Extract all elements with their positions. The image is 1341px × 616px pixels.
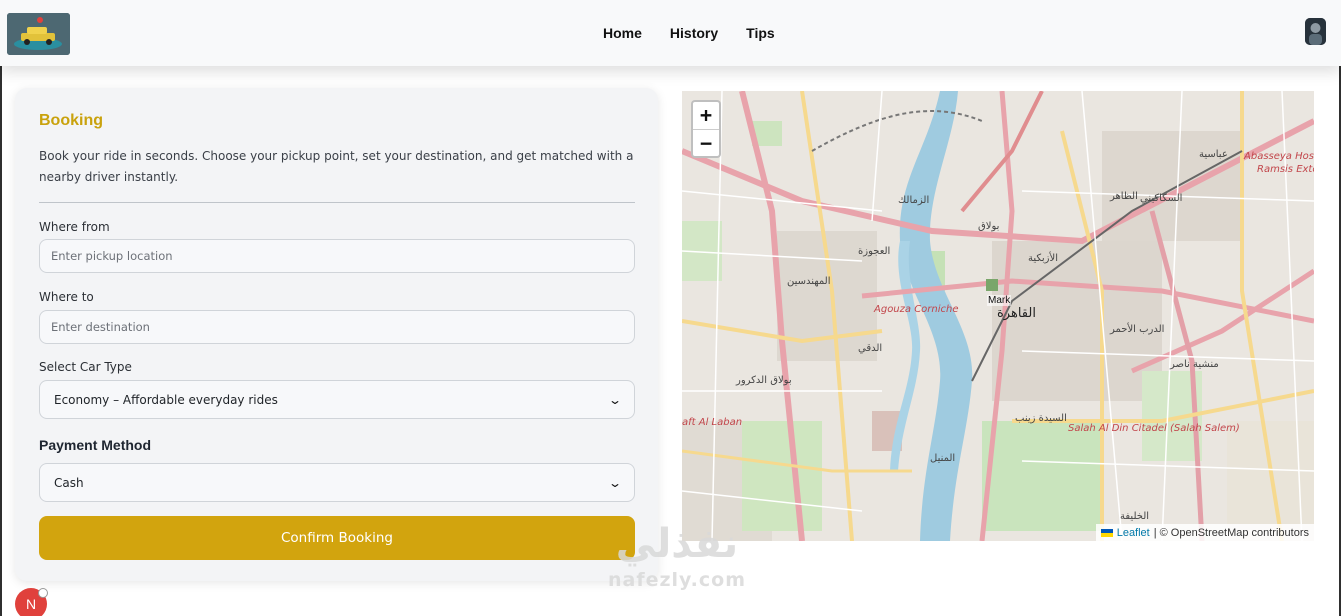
map-label-agouza-corniche: Agouza Corniche xyxy=(874,304,959,315)
zoom-control: + − xyxy=(691,100,721,158)
nav-home-link[interactable]: Home xyxy=(603,25,642,41)
payment-method-selected: Cash xyxy=(54,475,84,490)
map-label-khalifa: الخليفة xyxy=(1120,511,1150,522)
booking-card: Booking Book your ride in seconds. Choos… xyxy=(15,88,658,581)
user-avatar[interactable] xyxy=(1305,18,1326,45)
map-label-bulaq: بولاق xyxy=(978,221,1000,232)
map-label-al-laban: aft Al Laban xyxy=(682,417,743,428)
divider xyxy=(39,202,635,203)
map-label-bulaq-dakrour: بولاق الدكرور xyxy=(736,375,792,386)
badge-indicator-dot xyxy=(38,588,48,598)
confirm-booking-button[interactable]: Confirm Booking xyxy=(39,516,635,560)
map-view[interactable]: القاهرة الزمالك العجوزة المهندسين الدقي … xyxy=(682,91,1314,541)
main-nav: Home History Tips xyxy=(603,25,803,41)
destination-input[interactable] xyxy=(39,310,635,344)
where-from-label: Where from xyxy=(39,220,110,234)
map-label-abbasia: عباسية xyxy=(1199,149,1228,160)
map-label-manshiyat-nasser: منشية ناصر xyxy=(1170,359,1219,370)
map-label-salah-al-din: Salah Al Din Citadel (Salah Salem) xyxy=(1068,423,1240,434)
nav-tips-link[interactable]: Tips xyxy=(746,25,775,41)
ukraine-flag-icon xyxy=(1100,528,1113,537)
leaflet-link[interactable]: Leaflet xyxy=(1117,527,1150,539)
map-label-ramsis: Ramsis Extens xyxy=(1257,164,1314,175)
map-label-zaher: الظاهر xyxy=(1110,191,1138,202)
payment-method-label: Payment Method xyxy=(39,437,152,453)
where-to-label: Where to xyxy=(39,290,94,304)
car-type-label: Select Car Type xyxy=(39,360,132,374)
map-label-sayeda-zeinab: السيدة زينب xyxy=(1015,413,1067,424)
zoom-out-button[interactable]: − xyxy=(693,129,719,156)
app-logo[interactable] xyxy=(7,13,70,55)
nav-history-link[interactable]: History xyxy=(670,25,718,41)
osm-attribution-text: | © OpenStreetMap contributors xyxy=(1153,526,1309,539)
map-label-cairo: القاهرة xyxy=(997,306,1036,321)
navbar: Home History Tips xyxy=(0,0,1341,66)
chevron-down-icon: ⌄ xyxy=(607,392,623,407)
chevron-down-icon: ⌄ xyxy=(607,475,623,490)
booking-title: Booking xyxy=(39,112,103,129)
car-type-selected: Economy – Affordable everyday rides xyxy=(54,392,278,407)
map-label-abbassia-hospital: Abasseya Hospital xyxy=(1244,151,1314,162)
map-label-mohandessin: المهندسين xyxy=(787,276,831,287)
map-marker-label[interactable]: Mark xyxy=(987,295,1012,306)
map-label-dokki: الدقي xyxy=(858,343,883,354)
zoom-in-button[interactable]: + xyxy=(693,102,719,129)
payment-method-select[interactable]: Cash ⌄ xyxy=(39,463,635,502)
map-label-zamalek: الزمالك xyxy=(898,195,930,206)
map-label-sakakini: السكاكيني xyxy=(1140,193,1183,204)
pickup-input[interactable] xyxy=(39,239,635,273)
map-label-agouza: العجوزة xyxy=(858,246,891,257)
map-label-darb-al-ahmar: الدرب الأحمر xyxy=(1110,324,1165,335)
map-label-manial: المنيل xyxy=(930,453,956,464)
car-type-select[interactable]: Economy – Affordable everyday rides ⌄ xyxy=(39,380,635,419)
booking-description: Book your ride in seconds. Choose your p… xyxy=(39,149,634,184)
map-attribution: Leaflet | © OpenStreetMap contributors xyxy=(1095,524,1314,541)
map-label-azbakeya: الأزبكية xyxy=(1028,253,1058,264)
